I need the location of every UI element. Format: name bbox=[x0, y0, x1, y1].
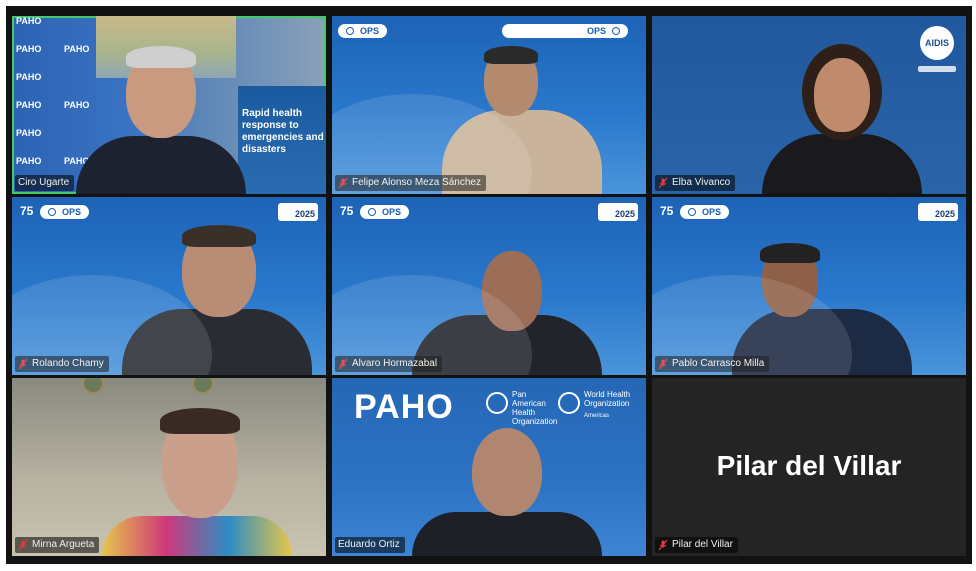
ops-logo-bar: OPS bbox=[502, 24, 628, 38]
ops-logo: OPS bbox=[360, 26, 380, 36]
wall-logo: PAHO bbox=[16, 44, 42, 54]
participant-name-tag: Pablo Carrasco Milla bbox=[655, 356, 770, 372]
participant-video bbox=[76, 44, 246, 194]
participant-name-tag: Felipe Alonso Meza Sánchez bbox=[335, 175, 486, 191]
participant-tile-mirna-argueta[interactable]: Mirna Argueta bbox=[12, 378, 326, 556]
poster-text: Rapid health response to emergencies and… bbox=[242, 108, 324, 155]
participant-name: Elba Vivanco bbox=[672, 177, 731, 188]
participant-video bbox=[732, 243, 912, 375]
participant-video bbox=[122, 225, 312, 375]
participant-tile-elba-vivanco[interactable]: AIDIS Elba Vivanco bbox=[652, 16, 966, 194]
wall-logo: PAHO bbox=[16, 100, 42, 110]
participant-name: Rolando Chamy bbox=[32, 358, 104, 369]
participant-name: Alvaro Hormazabal bbox=[352, 358, 438, 369]
wall-logo: PAHO bbox=[16, 72, 42, 82]
year-badge: 2025 bbox=[598, 203, 638, 221]
participant-video bbox=[102, 408, 292, 556]
participant-tile-alvaro-hormazabal[interactable]: 75 OPS 2025 Alvaro Hormazabal bbox=[332, 197, 646, 375]
participant-tile-pablo-carrasco-milla[interactable]: 75 OPS 2025 Pablo Carrasco Milla bbox=[652, 197, 966, 375]
ops-logo: OPS bbox=[586, 26, 606, 36]
microphone-muted-icon bbox=[338, 358, 348, 370]
anniversary-logo: 75 bbox=[20, 204, 34, 218]
participant-video bbox=[412, 428, 602, 556]
participant-name-tag: Pilar del Villar bbox=[655, 537, 738, 553]
year-badge: 2025 bbox=[918, 203, 958, 221]
wall-decoration bbox=[82, 378, 104, 394]
participant-name: Eduardo Ortiz bbox=[338, 539, 400, 550]
participant-tile-felipe-alonso-meza-sanchez[interactable]: OPS OPS Felipe Alonso Meza Sánchez bbox=[332, 16, 646, 194]
participant-tile-rolando-chamy[interactable]: 75 OPS 2025 Rolando Chamy bbox=[12, 197, 326, 375]
participant-name-tag: Mirna Argueta bbox=[15, 537, 100, 553]
participant-name-tag: Eduardo Ortiz bbox=[335, 537, 405, 553]
ops-logo-bar: OPS bbox=[680, 205, 730, 219]
participant-name: Ciro Ugarte bbox=[18, 177, 70, 188]
who-globe-icon bbox=[558, 392, 580, 414]
participant-video bbox=[442, 46, 602, 194]
participant-tile-ciro-ugarte[interactable]: PAHO PAHO PAHO PAHO PAHO PAHO PAHO PAHO … bbox=[12, 16, 326, 194]
participant-name: Pablo Carrasco Milla bbox=[672, 358, 765, 369]
ops-logo-bar: OPS bbox=[40, 205, 90, 219]
microphone-muted-icon bbox=[658, 177, 668, 189]
who-region: Americas bbox=[584, 413, 610, 419]
anniversary-logo: 75 bbox=[660, 204, 674, 218]
participant-grid: PAHO PAHO PAHO PAHO PAHO PAHO PAHO PAHO … bbox=[12, 16, 966, 556]
participant-placeholder-name: Pilar del Villar bbox=[716, 450, 902, 481]
microphone-muted-icon bbox=[18, 539, 28, 551]
ops-logo-bar: OPS bbox=[338, 24, 388, 38]
ops-logo: OPS bbox=[702, 207, 722, 217]
wall-logo: PAHO bbox=[16, 156, 42, 166]
microphone-muted-icon bbox=[658, 358, 668, 370]
participant-name: Pilar del Villar bbox=[672, 539, 733, 550]
who-subtitle: World Health Organization bbox=[584, 390, 631, 408]
anniversary-logo: 75 bbox=[340, 204, 354, 218]
participant-tile-eduardo-ortiz[interactable]: PAHO Pan American Health Organization Wo… bbox=[332, 378, 646, 556]
participant-name-tag: Ciro Ugarte bbox=[15, 175, 75, 191]
participant-video bbox=[752, 44, 932, 194]
microphone-muted-icon bbox=[658, 539, 668, 551]
participant-video bbox=[412, 251, 602, 375]
paho-logo: PAHO bbox=[354, 388, 454, 426]
participant-name-tag: Elba Vivanco bbox=[655, 175, 736, 191]
ops-logo-bar: OPS bbox=[360, 205, 410, 219]
participant-name: Mirna Argueta bbox=[32, 539, 95, 550]
paho-globe-icon bbox=[486, 392, 508, 414]
ops-logo: OPS bbox=[62, 207, 82, 217]
participant-name: Felipe Alonso Meza Sánchez bbox=[352, 177, 481, 188]
year-badge: 2025 bbox=[278, 203, 318, 221]
microphone-muted-icon bbox=[18, 358, 28, 370]
ops-logo: OPS bbox=[382, 207, 402, 217]
wall-logo: PAHO bbox=[16, 128, 42, 138]
participant-tile-pilar-del-villar[interactable]: Pilar del Villar Pilar del Villar bbox=[652, 378, 966, 556]
participant-name-tag: Alvaro Hormazabal bbox=[335, 356, 443, 372]
microphone-muted-icon bbox=[338, 177, 348, 189]
participant-name-tag: Rolando Chamy bbox=[15, 356, 109, 372]
wall-logo: PAHO bbox=[16, 16, 42, 26]
wall-decoration bbox=[192, 378, 214, 394]
video-call-window: PAHO PAHO PAHO PAHO PAHO PAHO PAHO PAHO … bbox=[6, 6, 972, 564]
paho-subtitle: Pan American Health Organization bbox=[512, 390, 558, 426]
